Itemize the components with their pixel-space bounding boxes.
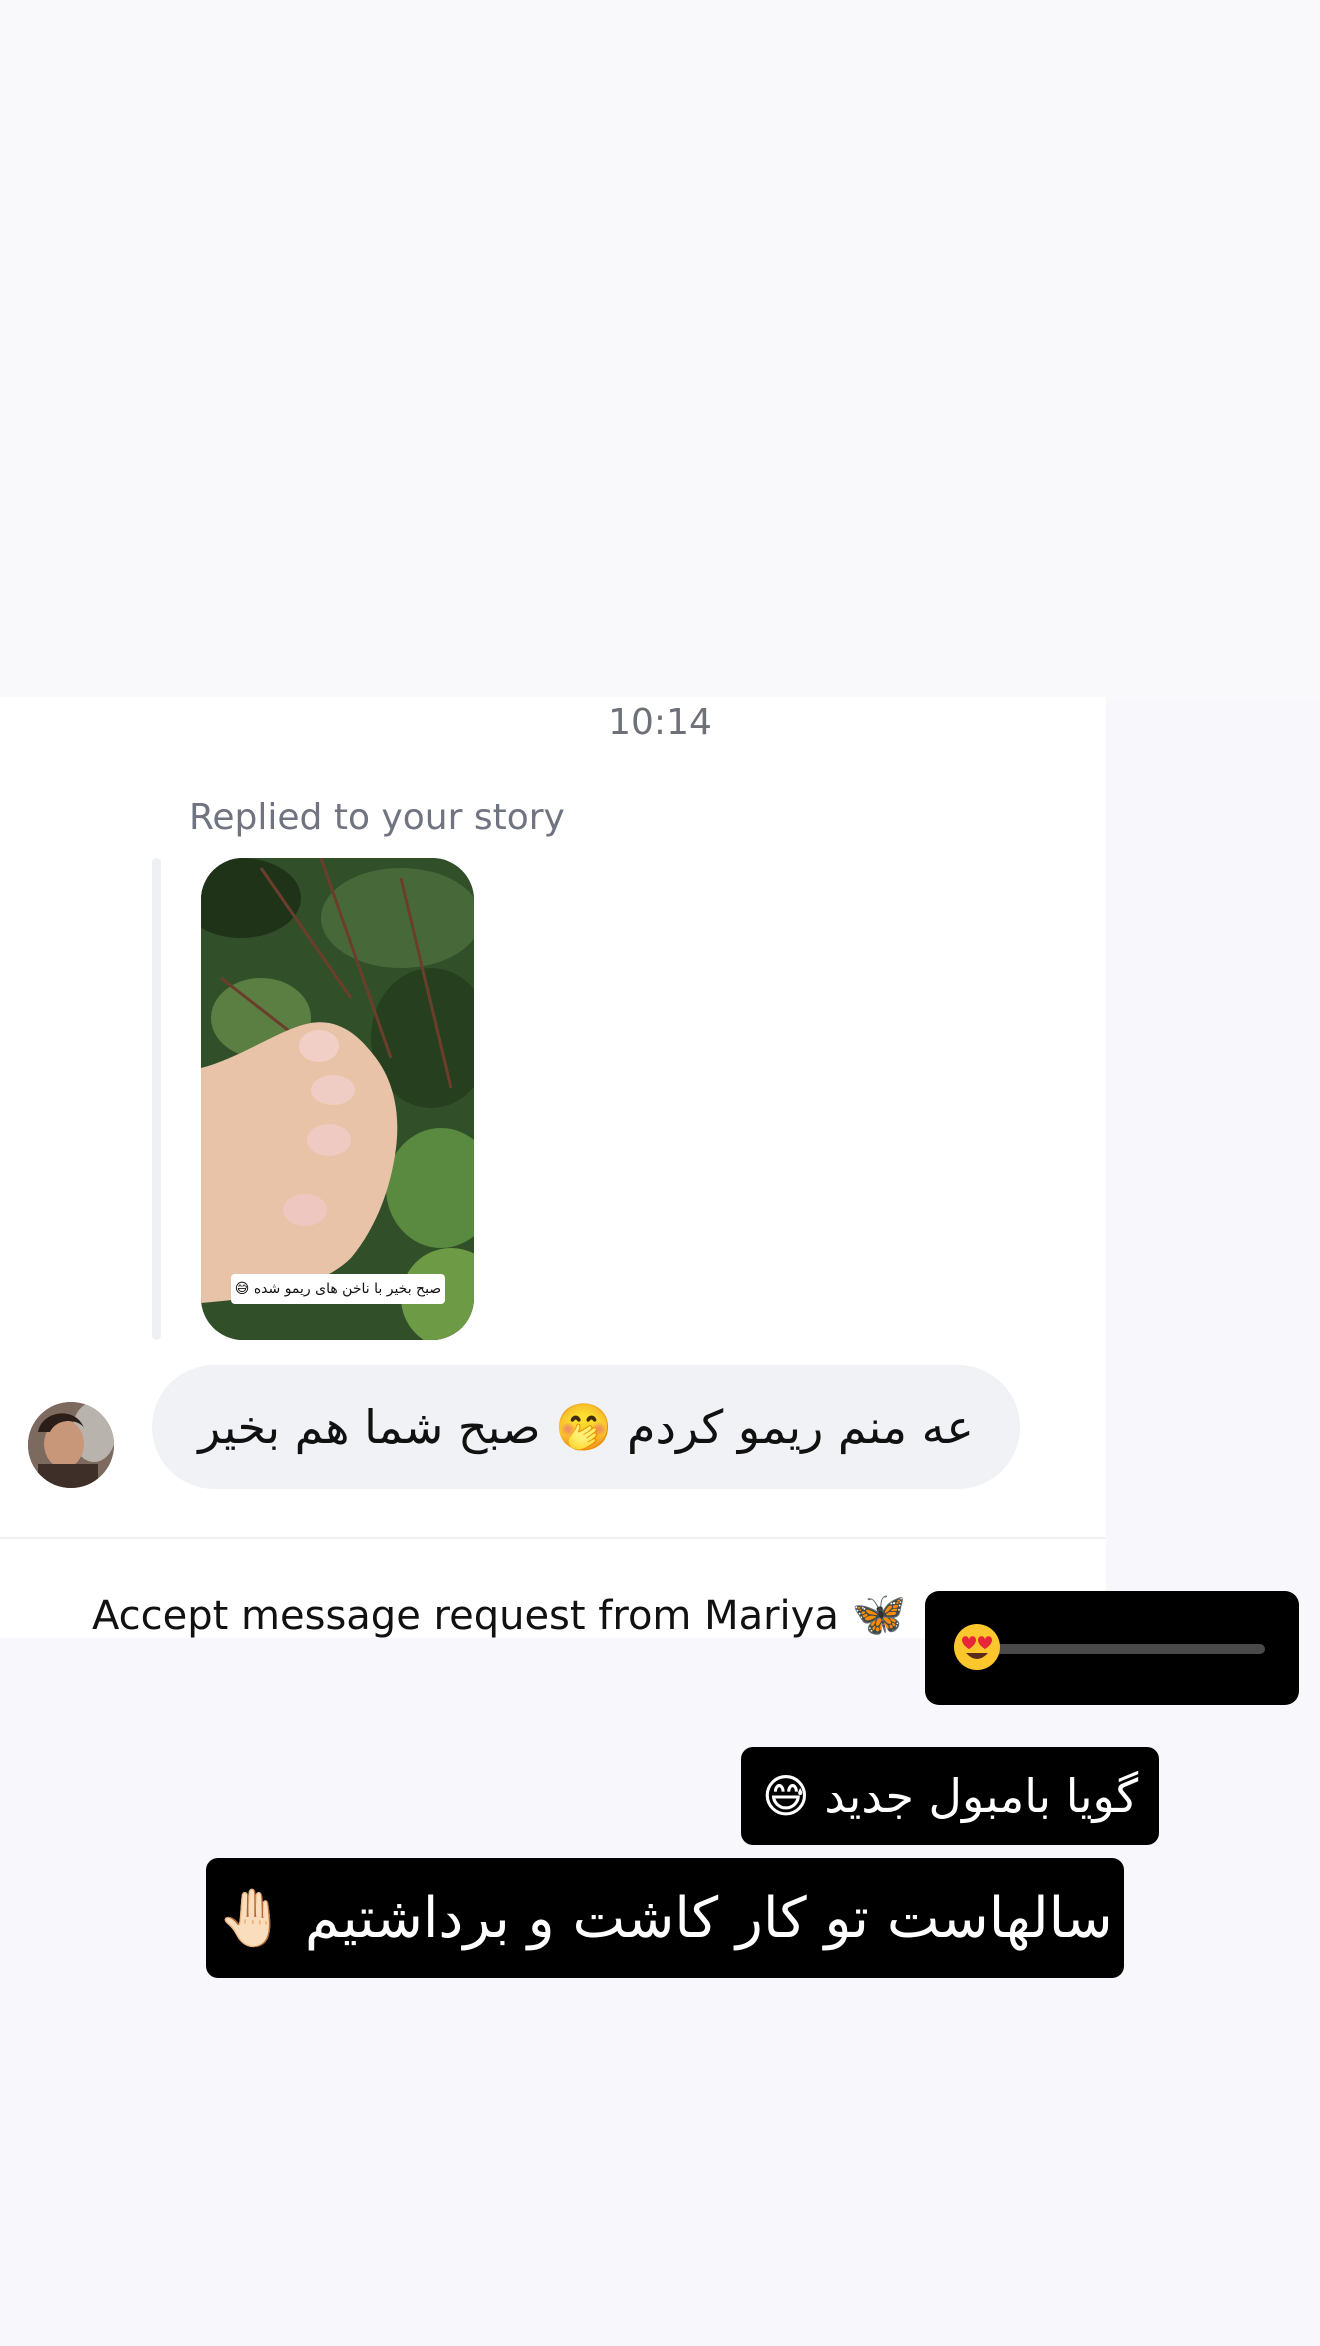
story-image [201,858,474,1340]
avatar[interactable] [28,1402,114,1488]
divider [0,1537,1106,1539]
page-background-middle [0,300,1320,700]
story-caption: صبح بخیر با ناخن های ریمو شده 😅 [231,1274,445,1304]
page-background-top [0,0,1320,300]
avatar-image [28,1402,114,1488]
accept-request-text: Accept message request from Mariya [92,1593,839,1639]
butterfly-icon: 🦋 [851,1589,907,1640]
message-text: عه منم ریمو کردم 🤭 صبح شما هم بخیر [198,1399,974,1454]
replied-to-story-label: Replied to your story [189,797,565,838]
slider-track[interactable] [977,1644,1265,1654]
emoji-slider-sticker[interactable] [925,1591,1299,1705]
caption-sticker-1: گویا بامبول جدید 😅 [741,1747,1159,1845]
reply-quote-bar [152,858,161,1340]
heart-eyes-emoji-icon[interactable] [953,1623,1001,1671]
caption-sticker-2: سالهاست تو کار کاشت و برداشتیم 🤚🏻 [206,1858,1124,1978]
story-thumbnail[interactable]: صبح بخیر با ناخن های ریمو شده 😅 [201,858,474,1340]
message-bubble[interactable]: عه منم ریمو کردم 🤭 صبح شما هم بخیر [152,1365,1020,1489]
message-timestamp: 10:14 [608,702,712,743]
accept-request-prompt[interactable]: Accept message request from Mariya 🦋 [92,1585,906,1646]
